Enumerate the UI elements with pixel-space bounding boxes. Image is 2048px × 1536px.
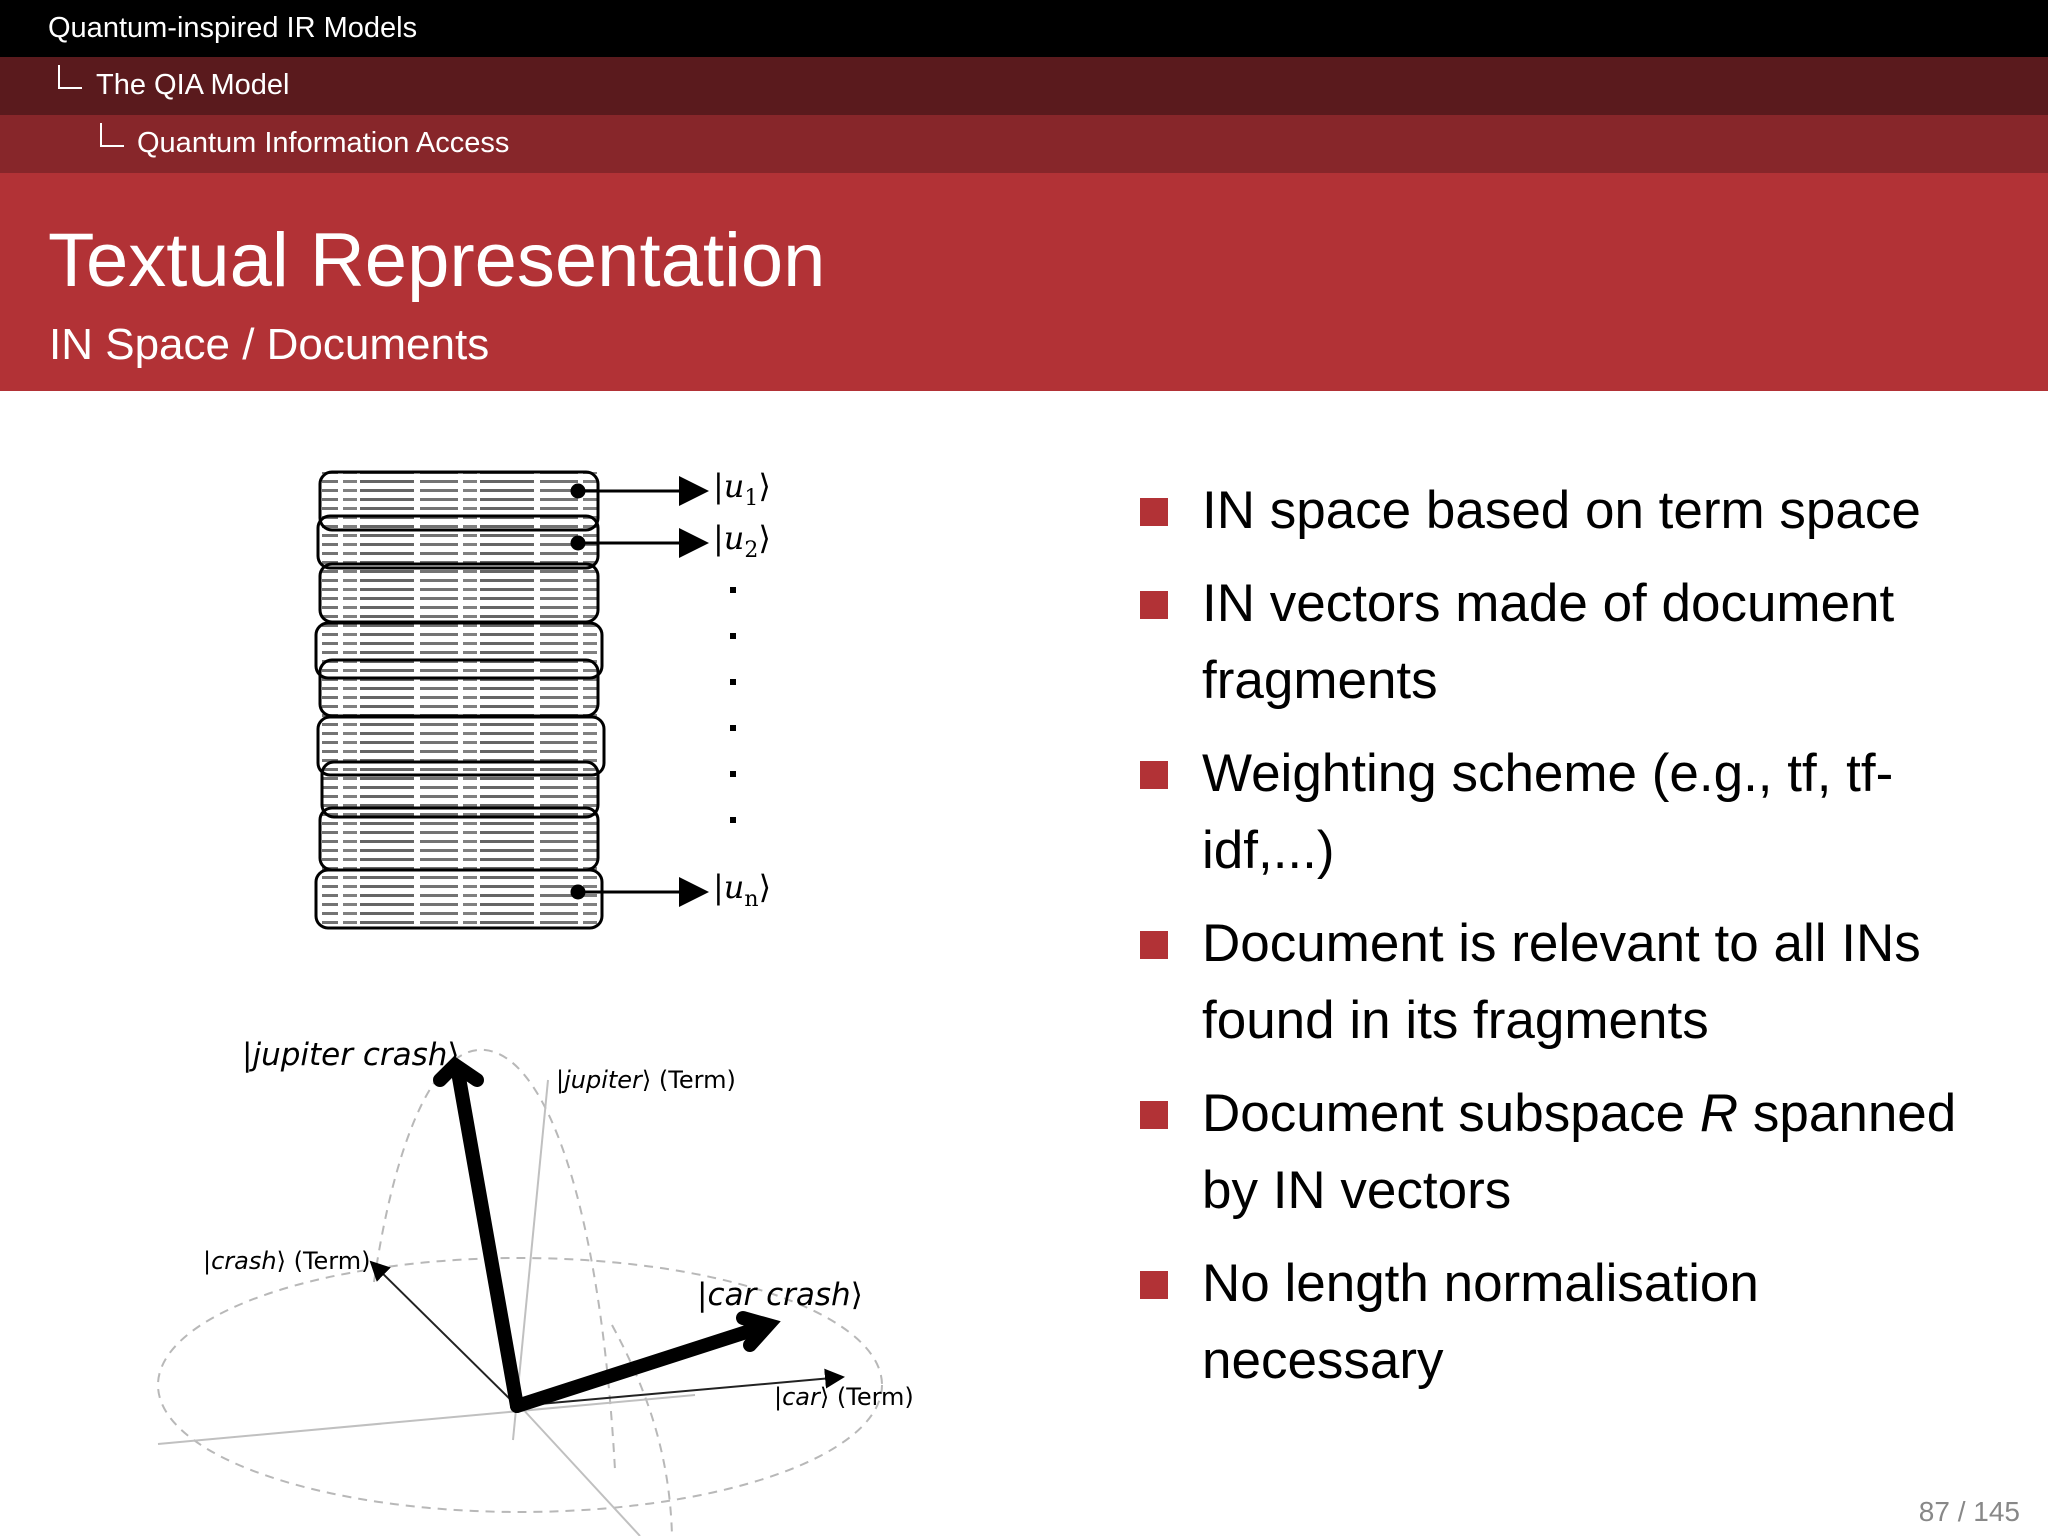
figures: |u1⟩ |u2⟩ |un⟩ |jupiter crash⟩ |jupiter⟩… — [157, 467, 914, 1536]
label-crash-term: |crash⟩ (Term) — [203, 1247, 370, 1275]
label-car-term: |car⟩ (Term) — [774, 1383, 914, 1411]
ket-u1: |u1⟩ — [713, 467, 771, 511]
label-car-crash: |car crash⟩ — [697, 1277, 863, 1313]
page-number: 87 / 145 — [1918, 1496, 2020, 1527]
document-text — [322, 472, 598, 924]
ket-un: |un⟩ — [713, 868, 771, 912]
ket-u2: |u2⟩ — [713, 519, 771, 563]
label-jupiter-crash: |jupiter crash⟩ — [242, 1037, 460, 1073]
vector-space-figure: |jupiter crash⟩ |jupiter⟩ (Term) |crash⟩… — [157, 1037, 914, 1536]
document-fragments: |u1⟩ |u2⟩ |un⟩ — [314, 467, 771, 930]
label-jupiter-term: |jupiter⟩ (Term) — [556, 1066, 736, 1094]
